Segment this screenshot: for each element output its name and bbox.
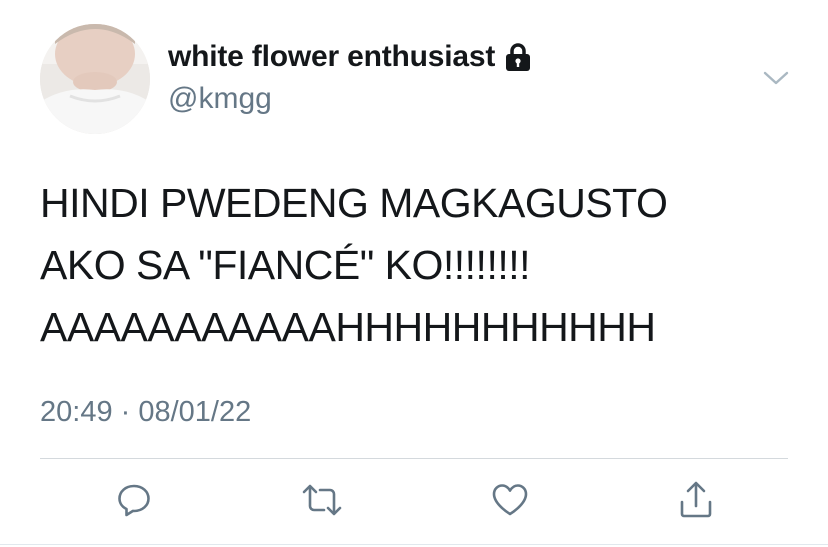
tweet-card: white flower enthusiast @kmgg HINDI PWED…: [0, 0, 828, 547]
heart-icon: [492, 484, 528, 516]
divider: [40, 458, 788, 459]
reply-button[interactable]: [112, 478, 156, 522]
avatar-image: [40, 24, 150, 134]
share-button[interactable]: [674, 478, 718, 522]
chevron-down-icon[interactable]: [762, 66, 790, 90]
avatar[interactable]: [40, 24, 150, 134]
lock-icon: [505, 42, 531, 72]
retweet-icon: [302, 484, 342, 516]
reply-icon: [118, 484, 150, 517]
author-name-row[interactable]: white flower enthusiast: [168, 40, 531, 74]
bottom-border: [0, 544, 828, 545]
action-bar: [0, 478, 828, 528]
tweet-text: HINDI PWEDENG MAGKAGUSTO AKO SA "FIANCÉ"…: [40, 180, 668, 350]
like-button[interactable]: [488, 478, 532, 522]
retweet-button[interactable]: [300, 478, 344, 522]
user-handle[interactable]: @kmgg: [168, 82, 272, 116]
display-name[interactable]: white flower enthusiast: [168, 40, 495, 74]
share-icon: [680, 481, 712, 518]
tweet-timestamp[interactable]: 20:49 · 08/01/22: [40, 396, 251, 429]
